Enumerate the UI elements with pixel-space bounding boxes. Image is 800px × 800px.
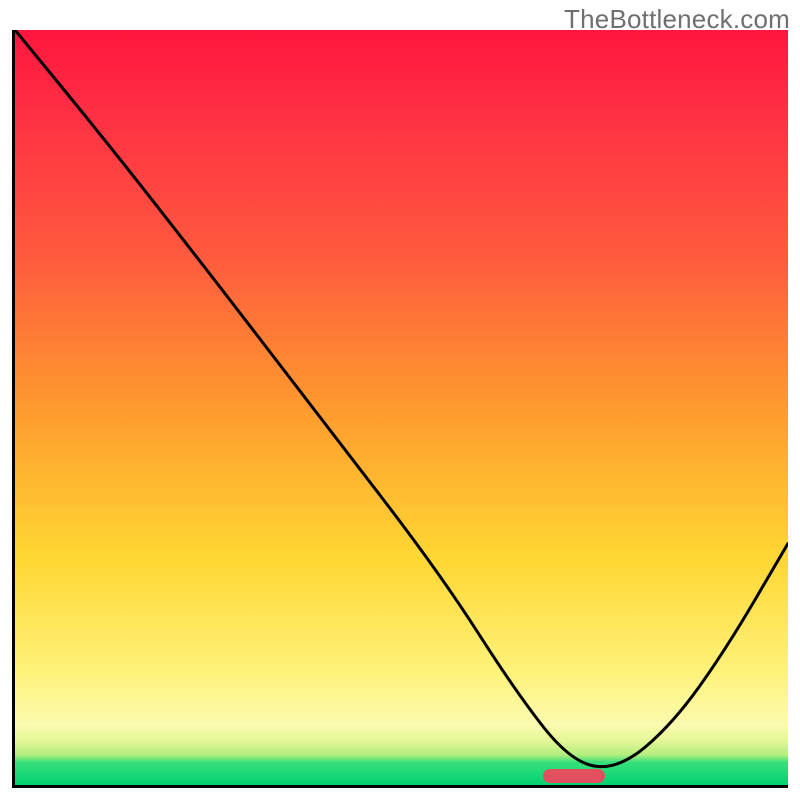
bottleneck-curve xyxy=(15,30,788,785)
curve-path xyxy=(15,30,788,767)
watermark-text: TheBottleneck.com xyxy=(564,4,790,35)
optimum-marker xyxy=(543,769,605,783)
chart-container: TheBottleneck.com xyxy=(0,0,800,800)
plot-area xyxy=(12,30,788,788)
